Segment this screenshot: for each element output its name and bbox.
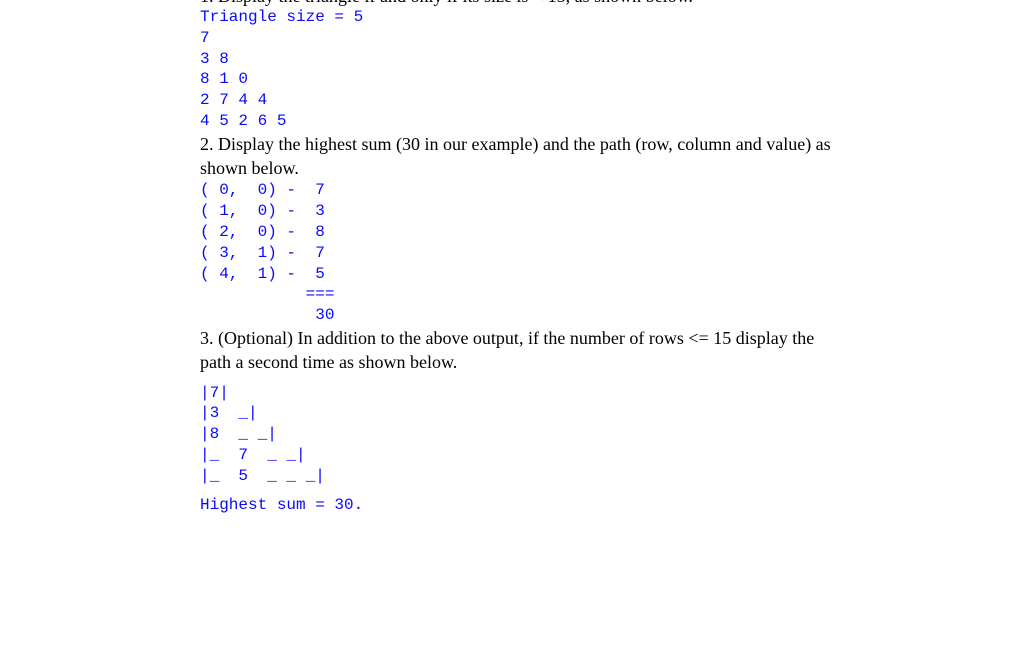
spacer bbox=[200, 375, 840, 383]
triangle-rows: 7 3 8 8 1 0 2 7 4 4 4 5 2 6 5 bbox=[200, 28, 840, 132]
triangle-size-line: Triangle size = 5 bbox=[200, 7, 840, 28]
path-visual-block: |7| |3 _| |8 _ _| |_ 7 _ _| |_ 5 _ _ _| bbox=[200, 383, 840, 487]
highest-sum-line: Highest sum = 30. bbox=[200, 495, 840, 516]
page: 1. Display the triangle if and only if i… bbox=[0, 0, 1024, 646]
content-column: 1. Display the triangle if and only if i… bbox=[200, 0, 840, 515]
path-coords-block: ( 0, 0) - 7 ( 1, 0) - 3 ( 2, 0) - 8 ( 3,… bbox=[200, 180, 840, 326]
step-2-text: 2. Display the highest sum (30 in our ex… bbox=[200, 132, 840, 181]
spacer bbox=[200, 487, 840, 495]
cutoff-previous-line: 1. Display the triangle if and only if i… bbox=[200, 0, 840, 7]
step-3-text: 3. (Optional) In addition to the above o… bbox=[200, 326, 840, 375]
